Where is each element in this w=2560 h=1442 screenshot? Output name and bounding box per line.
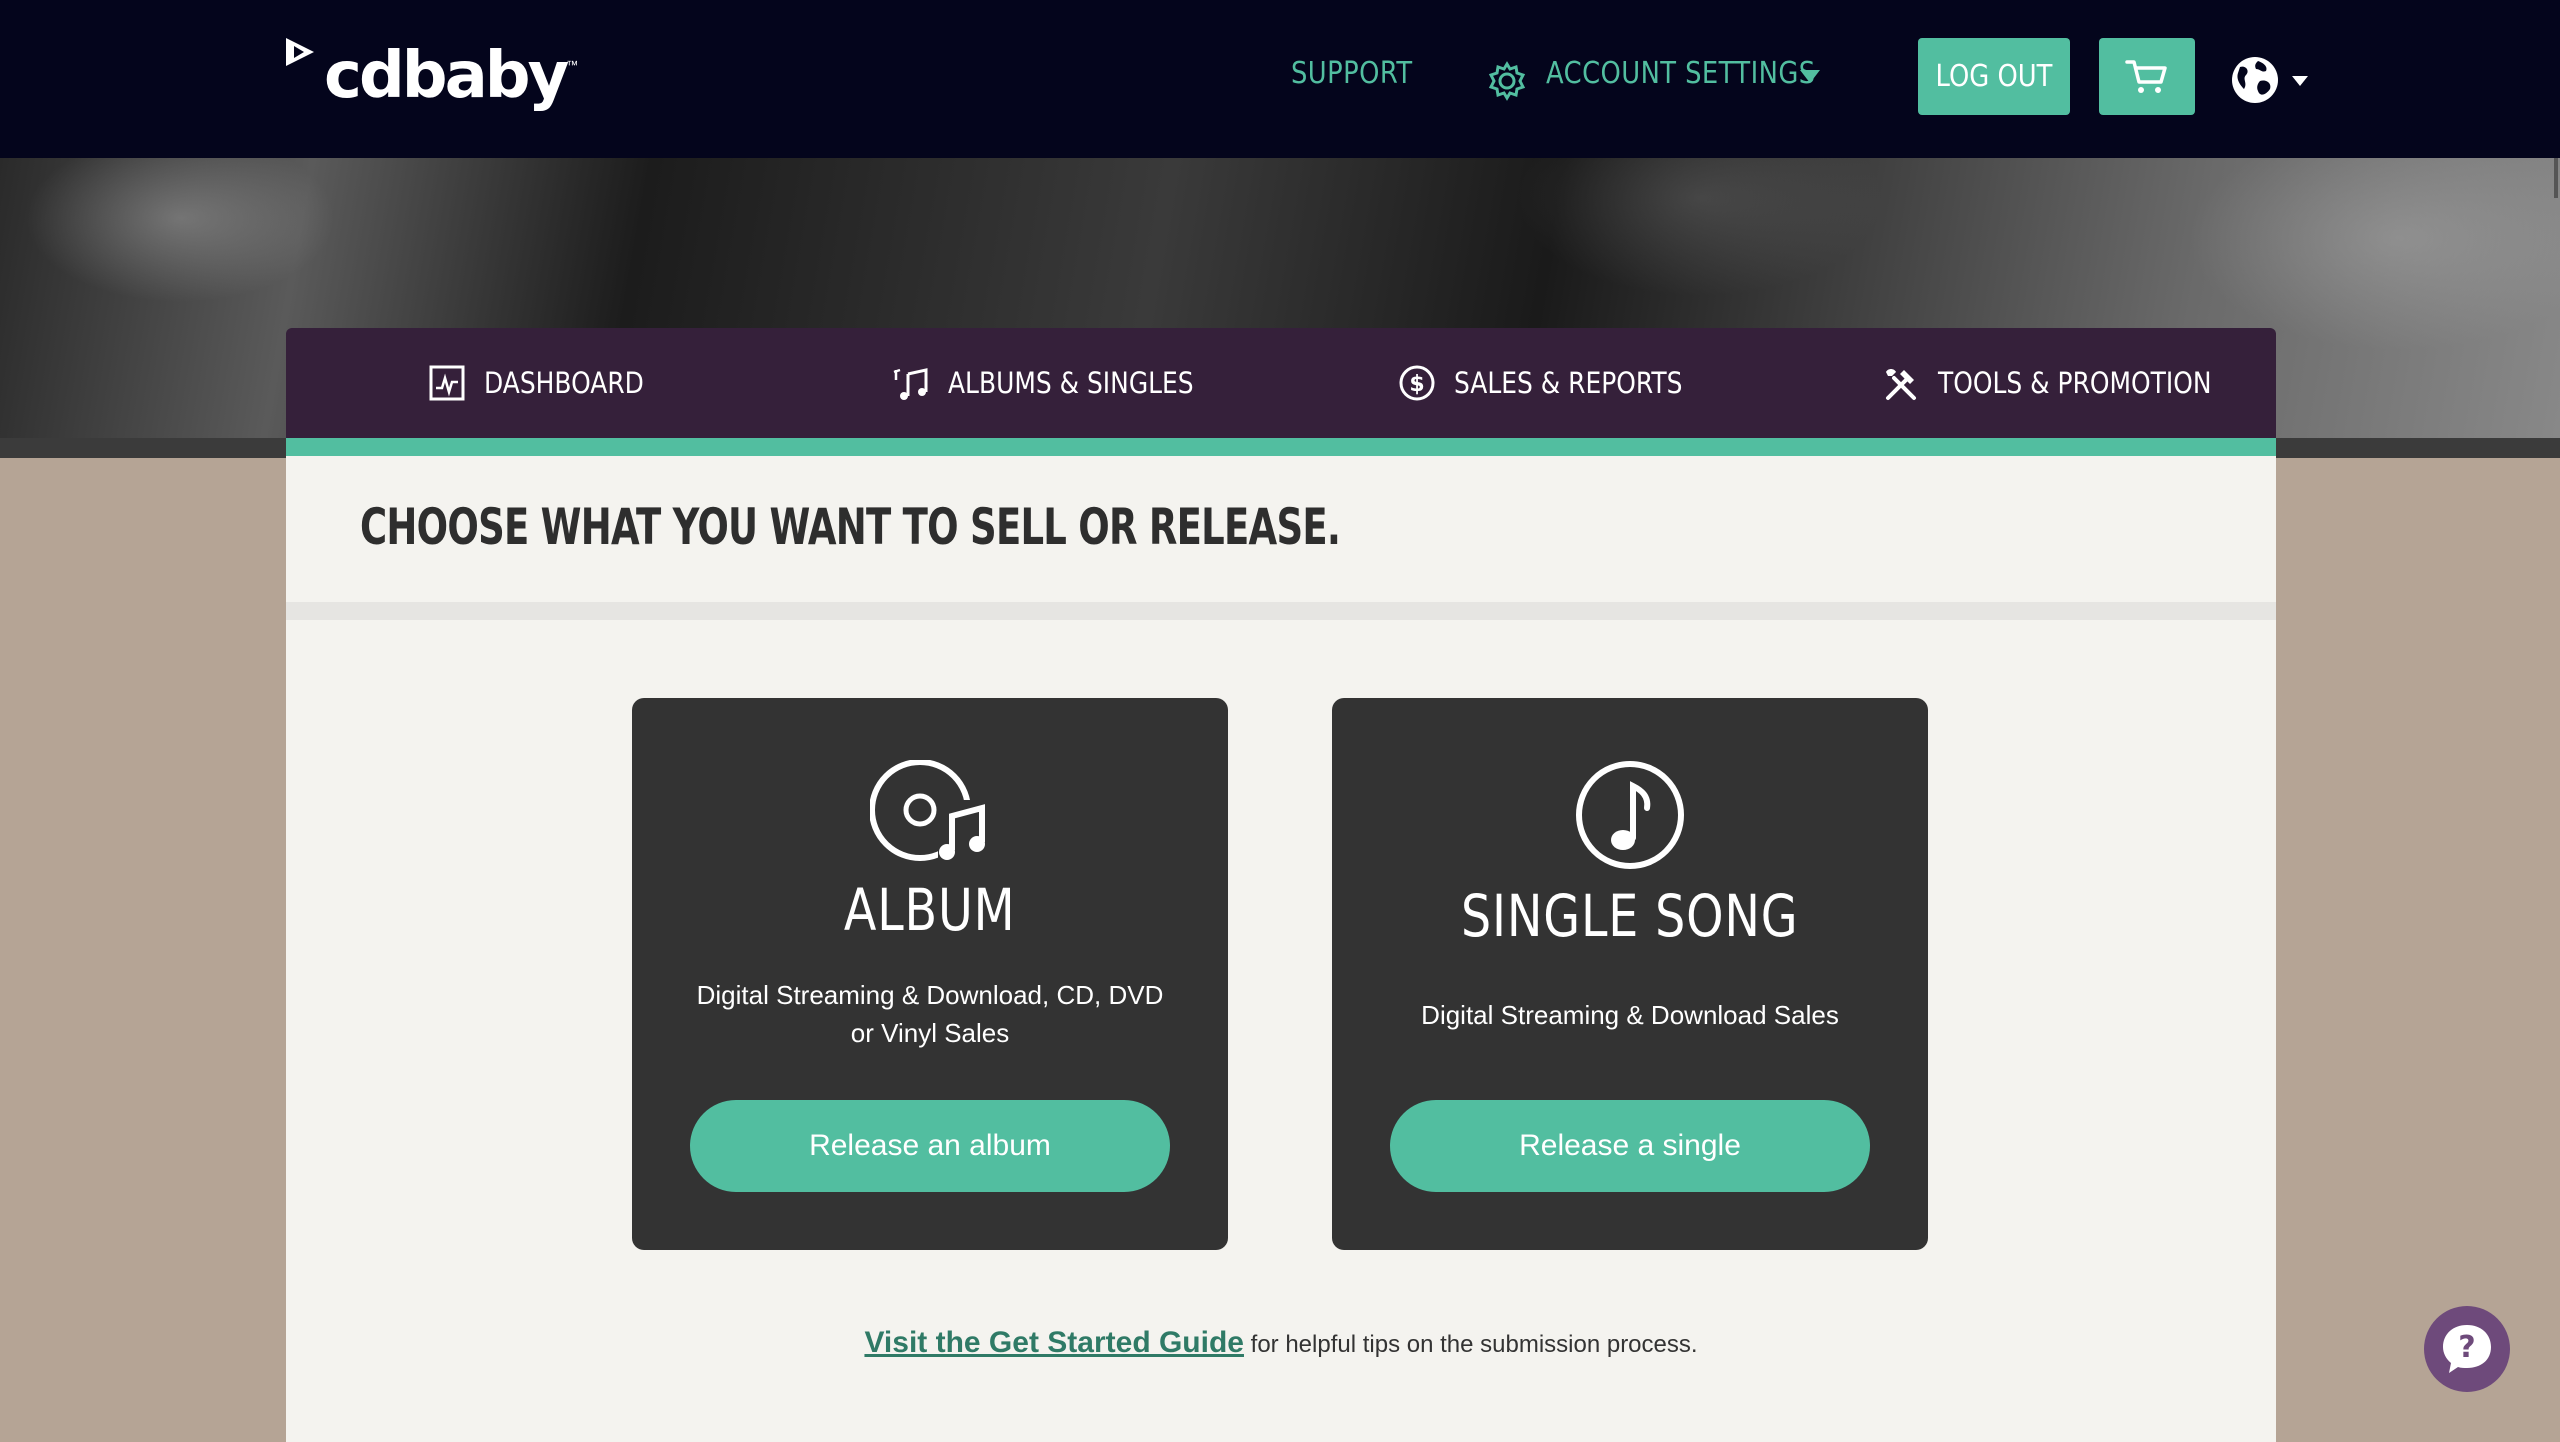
tab-sales-reports[interactable]: $ SALES & REPORTS <box>1398 328 1720 438</box>
tab-dashboard-label: DASHBOARD <box>484 366 644 400</box>
help-chat-button[interactable]: ? <box>2424 1306 2510 1392</box>
release-album-button[interactable]: Release an album <box>690 1100 1170 1192</box>
scrollbar[interactable] <box>2554 158 2558 198</box>
single-card-title: SINGLE SONG <box>1332 882 1928 950</box>
album-card-description: Digital Streaming & Download, CD, DVD or… <box>696 980 1164 1048</box>
single-note-icon <box>1576 761 1684 869</box>
account-settings-link[interactable]: ACCOUNT SETTINGS <box>1546 56 1816 91</box>
top-navigation-bar: cdbaby ™ SUPPORT ACCOUNT SETTINGS LOG OU… <box>0 0 2560 158</box>
globe-icon[interactable] <box>2230 55 2280 105</box>
tab-dashboard[interactable]: DASHBOARD <box>428 328 670 438</box>
tab-sales-label: SALES & REPORTS <box>1454 366 1683 400</box>
guide-helper-text: for helpful tips on the submission proce… <box>1243 1331 1698 1358</box>
logo-trademark: ™ <box>566 58 579 72</box>
logo-play-icon <box>286 38 314 66</box>
tab-albums-label: ALBUMS & SINGLES <box>948 366 1194 400</box>
single-icon-wrapper <box>1332 760 1928 870</box>
get-started-guide-link[interactable]: Visit the Get Started Guide <box>864 1326 1244 1359</box>
music-note-icon <box>893 368 928 400</box>
log-out-button[interactable]: LOG OUT <box>1918 38 2070 115</box>
dollar-icon: $ <box>1399 365 1435 401</box>
album-icon-wrapper <box>632 760 1228 866</box>
single-title-text: SINGLE SONG <box>1461 882 1799 950</box>
tab-albums-singles[interactable]: ALBUMS & SINGLES <box>892 328 1234 438</box>
svg-text:?: ? <box>2458 1330 2475 1365</box>
section-divider <box>286 602 2276 620</box>
svg-text:$: $ <box>1409 372 1424 397</box>
active-section-bar <box>286 438 2276 456</box>
language-caret-icon[interactable] <box>2292 76 2308 86</box>
main-content-panel: CHOOSE WHAT YOU WANT TO SELL OR RELEASE.… <box>286 456 2276 1442</box>
gear-icon[interactable] <box>1486 60 1528 102</box>
section-tab-navigation: DASHBOARD ALBUMS & SINGLES $ SALES & REP… <box>286 328 2276 438</box>
single-card-description: Digital Streaming & Download Sales <box>1421 1000 1839 1030</box>
page-title: CHOOSE WHAT YOU WANT TO SELL OR RELEASE. <box>360 498 1341 556</box>
chevron-down-icon[interactable] <box>1800 70 1820 83</box>
release-single-button[interactable]: Release a single <box>1390 1100 1870 1192</box>
get-started-guide-note: Visit the Get Started Guide for helpful … <box>286 1326 2276 1360</box>
single-option-card[interactable]: SINGLE SONG Digital Streaming & Download… <box>1332 698 1928 1250</box>
dashboard-icon <box>429 365 465 401</box>
cart-button[interactable] <box>2099 38 2195 115</box>
log-out-label: LOG OUT <box>1935 59 2053 94</box>
cdbaby-logo[interactable]: cdbaby ™ <box>284 36 578 116</box>
tab-tools-label: TOOLS & PROMOTION <box>1938 366 2212 400</box>
album-title-text: ALBUM <box>844 876 1016 944</box>
album-card-title: ALBUM <box>632 876 1228 944</box>
tools-icon <box>1886 369 1916 400</box>
album-option-card[interactable]: ALBUM Digital Streaming & Download, CD, … <box>632 698 1228 1250</box>
album-icon <box>870 760 990 866</box>
cart-icon <box>2125 59 2167 93</box>
support-link[interactable]: SUPPORT <box>1291 56 1413 91</box>
logo-text: cdbaby <box>324 39 569 113</box>
tab-tools-promotion[interactable]: TOOLS & PROMOTION <box>1882 328 2256 438</box>
help-question-icon: ? <box>2443 1325 2491 1373</box>
